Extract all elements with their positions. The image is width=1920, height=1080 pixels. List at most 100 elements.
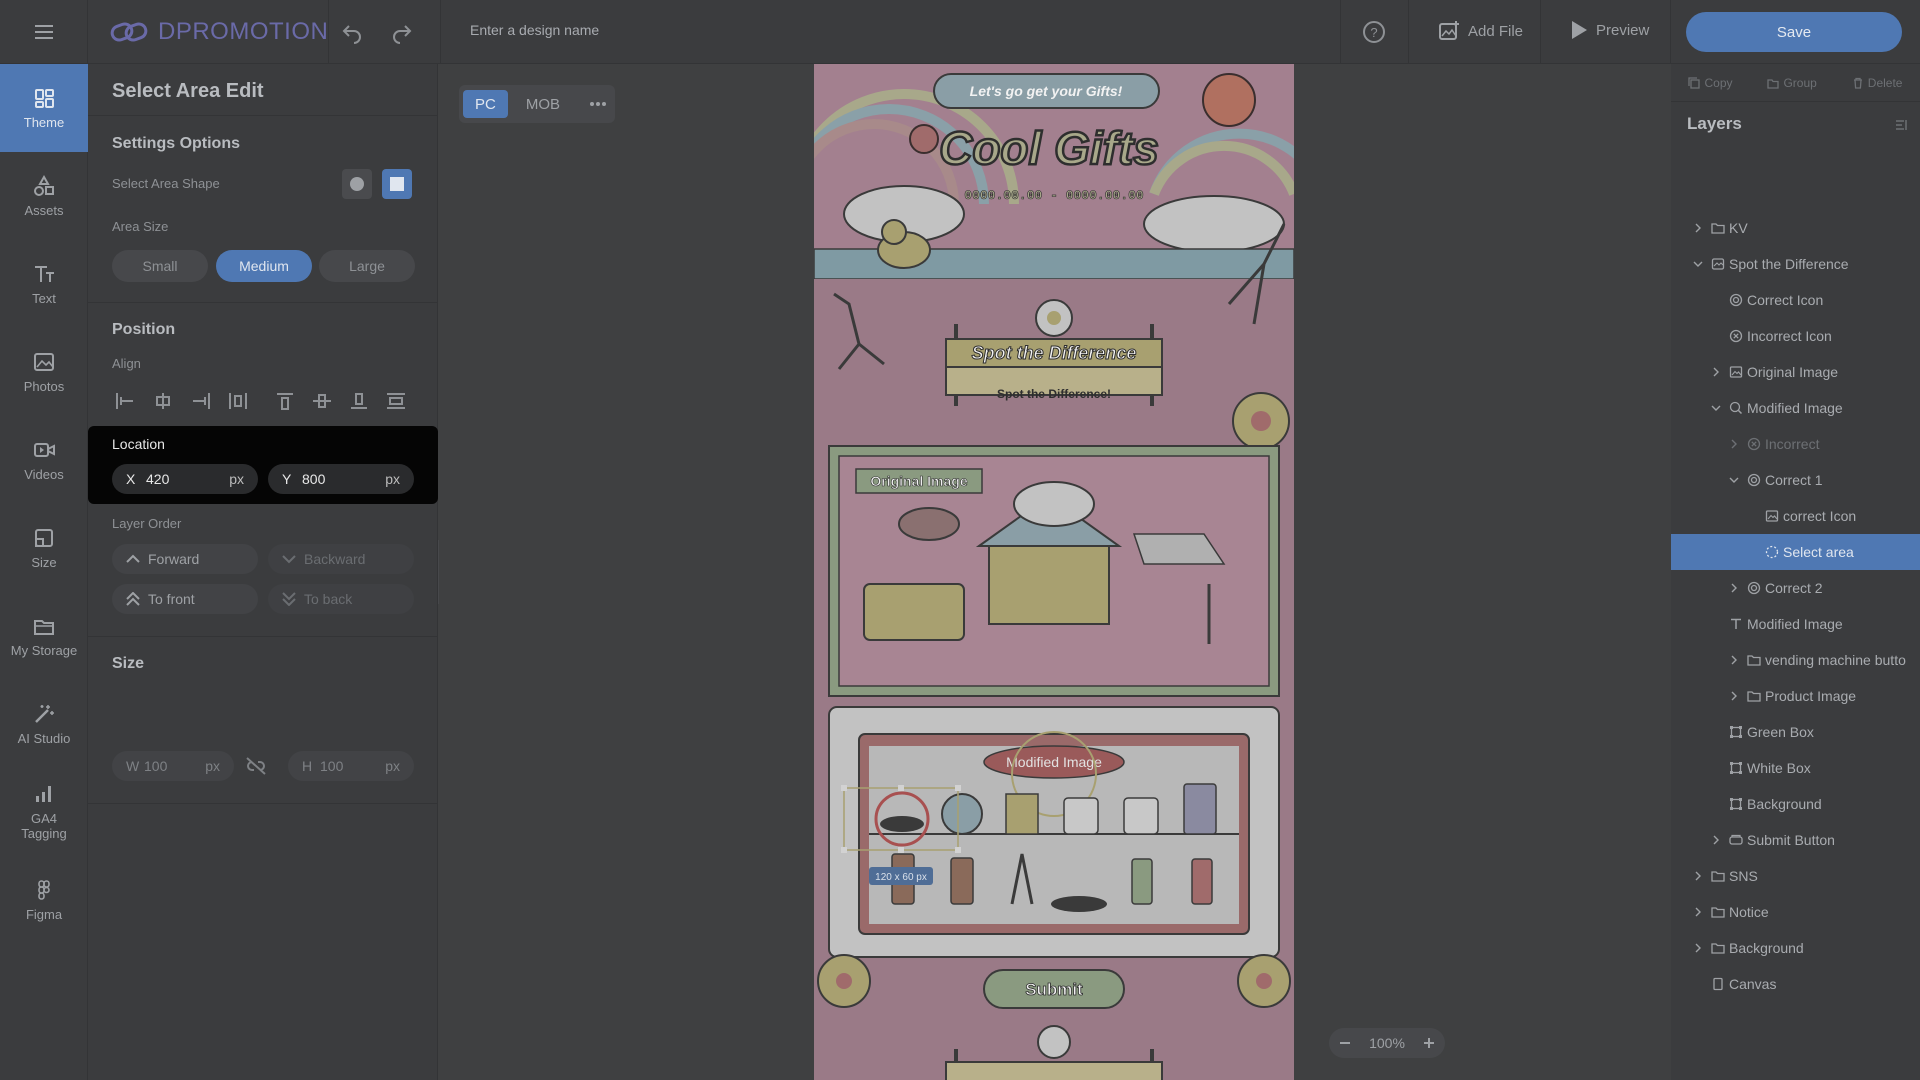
theme-icon	[35, 88, 54, 108]
artboard[interactable]: Let's go get your Gifts! Cool Gifts 0000…	[814, 64, 1294, 1080]
layer-background[interactable]: Background	[1671, 930, 1920, 966]
select-area-edit-panel: Select Area Edit Settings Options Select…	[88, 64, 438, 1080]
nav-figma[interactable]: Figma	[0, 856, 88, 944]
align-left-icon[interactable]	[112, 388, 138, 414]
app-logo[interactable]: DPROMOTION	[110, 14, 328, 50]
layer-incorrect-icon[interactable]: Incorrect Icon	[1671, 318, 1920, 354]
button-icon	[1729, 833, 1743, 847]
size-large-button[interactable]: Large	[319, 250, 415, 282]
layer-background[interactable]: Background	[1671, 786, 1920, 822]
chevron-right-icon[interactable]	[1691, 906, 1705, 918]
chevron-right-icon[interactable]	[1727, 654, 1741, 666]
chevron-right-icon[interactable]	[1727, 438, 1741, 450]
selection-size-label: 120 x 60 px	[875, 872, 927, 883]
layer-modified-image[interactable]: Modified Image	[1671, 606, 1920, 642]
x-field[interactable]: X 420 px	[112, 464, 258, 494]
distribute-h-icon[interactable]	[225, 388, 251, 414]
layer-correct-icon[interactable]: Correct Icon	[1671, 282, 1920, 318]
device-mob-tab[interactable]: MOB	[514, 90, 572, 118]
layer-canvas[interactable]: Canvas	[1671, 966, 1920, 1002]
to-front-button[interactable]: To front	[112, 584, 258, 614]
original-image-label: Original Image	[870, 473, 967, 489]
align-right-icon[interactable]	[188, 388, 214, 414]
x-value: 420	[146, 471, 170, 487]
layer-modified-image[interactable]: Modified Image	[1671, 390, 1920, 426]
circle-shape-button[interactable]	[342, 169, 372, 199]
design-name-input[interactable]: Enter a design name	[470, 22, 599, 38]
size-small-button[interactable]: Small	[112, 250, 208, 282]
chevron-right-icon[interactable]	[1709, 366, 1723, 378]
to-back-button[interactable]: To back	[268, 584, 414, 614]
nav-text[interactable]: Text	[0, 240, 88, 328]
delete-button[interactable]: Delete	[1852, 76, 1902, 90]
chevron-right-icon[interactable]	[1727, 582, 1741, 594]
panel-title: Select Area Edit	[88, 64, 438, 116]
width-field[interactable]: W 100 px	[112, 751, 234, 781]
nav-ga4-tagging[interactable]: GA4 Tagging	[0, 768, 88, 856]
chevron-right-icon[interactable]	[1691, 870, 1705, 882]
square-shape-button[interactable]	[382, 169, 412, 199]
height-field[interactable]: H 100 px	[288, 751, 414, 781]
chevron-down-icon[interactable]	[1727, 474, 1741, 486]
y-field[interactable]: Y 800 px	[268, 464, 414, 494]
layer-notice[interactable]: Notice	[1671, 894, 1920, 930]
layer-submit-button[interactable]: Submit Button	[1671, 822, 1920, 858]
folder-icon	[1711, 941, 1725, 955]
align-middle-icon[interactable]	[309, 388, 335, 414]
layer-correct-2[interactable]: Correct 2	[1671, 570, 1920, 606]
align-center-h-icon[interactable]	[150, 388, 176, 414]
redo-icon[interactable]	[390, 20, 414, 44]
layer-label: Product Image	[1765, 688, 1857, 704]
nav-my-storage[interactable]: My Storage	[0, 592, 88, 680]
copy-button[interactable]: Copy	[1688, 76, 1733, 90]
layer-sns[interactable]: SNS	[1671, 858, 1920, 894]
group-button[interactable]: Group	[1767, 76, 1817, 90]
nav-assets[interactable]: Assets	[0, 152, 88, 240]
forward-button[interactable]: Forward	[112, 544, 258, 574]
layer-white-box[interactable]: White Box	[1671, 750, 1920, 786]
save-button[interactable]: Save	[1686, 12, 1902, 52]
more-options-icon[interactable]	[578, 90, 618, 118]
layer-green-box[interactable]: Green Box	[1671, 714, 1920, 750]
chevron-right-icon[interactable]	[1691, 222, 1705, 234]
search-icon	[1729, 401, 1743, 415]
layer-kv[interactable]: KV	[1671, 210, 1920, 246]
chevron-right-icon[interactable]	[1727, 690, 1741, 702]
layer-spot-the-difference[interactable]: Spot the Difference	[1671, 246, 1920, 282]
nav-theme[interactable]: Theme	[0, 64, 88, 152]
layer-correct-icon[interactable]: correct Icon	[1671, 498, 1920, 534]
nav-photos[interactable]: Photos	[0, 328, 88, 416]
layers-settings-icon[interactable]	[1895, 118, 1909, 132]
nav-videos[interactable]: Videos	[0, 416, 88, 504]
link-ratio-icon[interactable]	[244, 751, 280, 781]
chevron-right-icon[interactable]	[1709, 834, 1723, 846]
distribute-v-icon[interactable]	[383, 388, 409, 414]
zoom-out-icon[interactable]	[1339, 1037, 1351, 1049]
layer-select-area[interactable]: Select area	[1671, 534, 1920, 570]
add-file-button[interactable]: Add File	[1438, 20, 1523, 42]
nav-assets-label: Assets	[24, 202, 64, 218]
chevron-down-icon[interactable]	[1691, 258, 1705, 270]
size-medium-button[interactable]: Medium	[216, 250, 312, 282]
undo-icon[interactable]	[340, 20, 364, 44]
nav-photos-label: Photos	[23, 378, 65, 394]
menu-icon[interactable]	[0, 0, 88, 64]
backward-button[interactable]: Backward	[268, 544, 414, 574]
photos-icon	[34, 352, 54, 371]
double-chevron-up-icon	[126, 592, 140, 606]
nav-size[interactable]: Size	[0, 504, 88, 592]
nav-ai-studio[interactable]: AI Studio	[0, 680, 88, 768]
layer-vending-machine-butto[interactable]: vending machine butto	[1671, 642, 1920, 678]
align-top-icon[interactable]	[272, 388, 298, 414]
chevron-right-icon[interactable]	[1691, 942, 1705, 954]
help-icon[interactable]: ?	[1362, 20, 1386, 44]
chevron-down-icon[interactable]	[1709, 402, 1723, 414]
layer-correct-1[interactable]: Correct 1	[1671, 462, 1920, 498]
zoom-in-icon[interactable]	[1423, 1037, 1435, 1049]
align-bottom-icon[interactable]	[346, 388, 372, 414]
layer-product-image[interactable]: Product Image	[1671, 678, 1920, 714]
layer-original-image[interactable]: Original Image	[1671, 354, 1920, 390]
device-pc-tab[interactable]: PC	[463, 90, 508, 118]
preview-button[interactable]: Preview	[1570, 20, 1649, 40]
layer-incorrect[interactable]: Incorrect	[1671, 426, 1920, 462]
